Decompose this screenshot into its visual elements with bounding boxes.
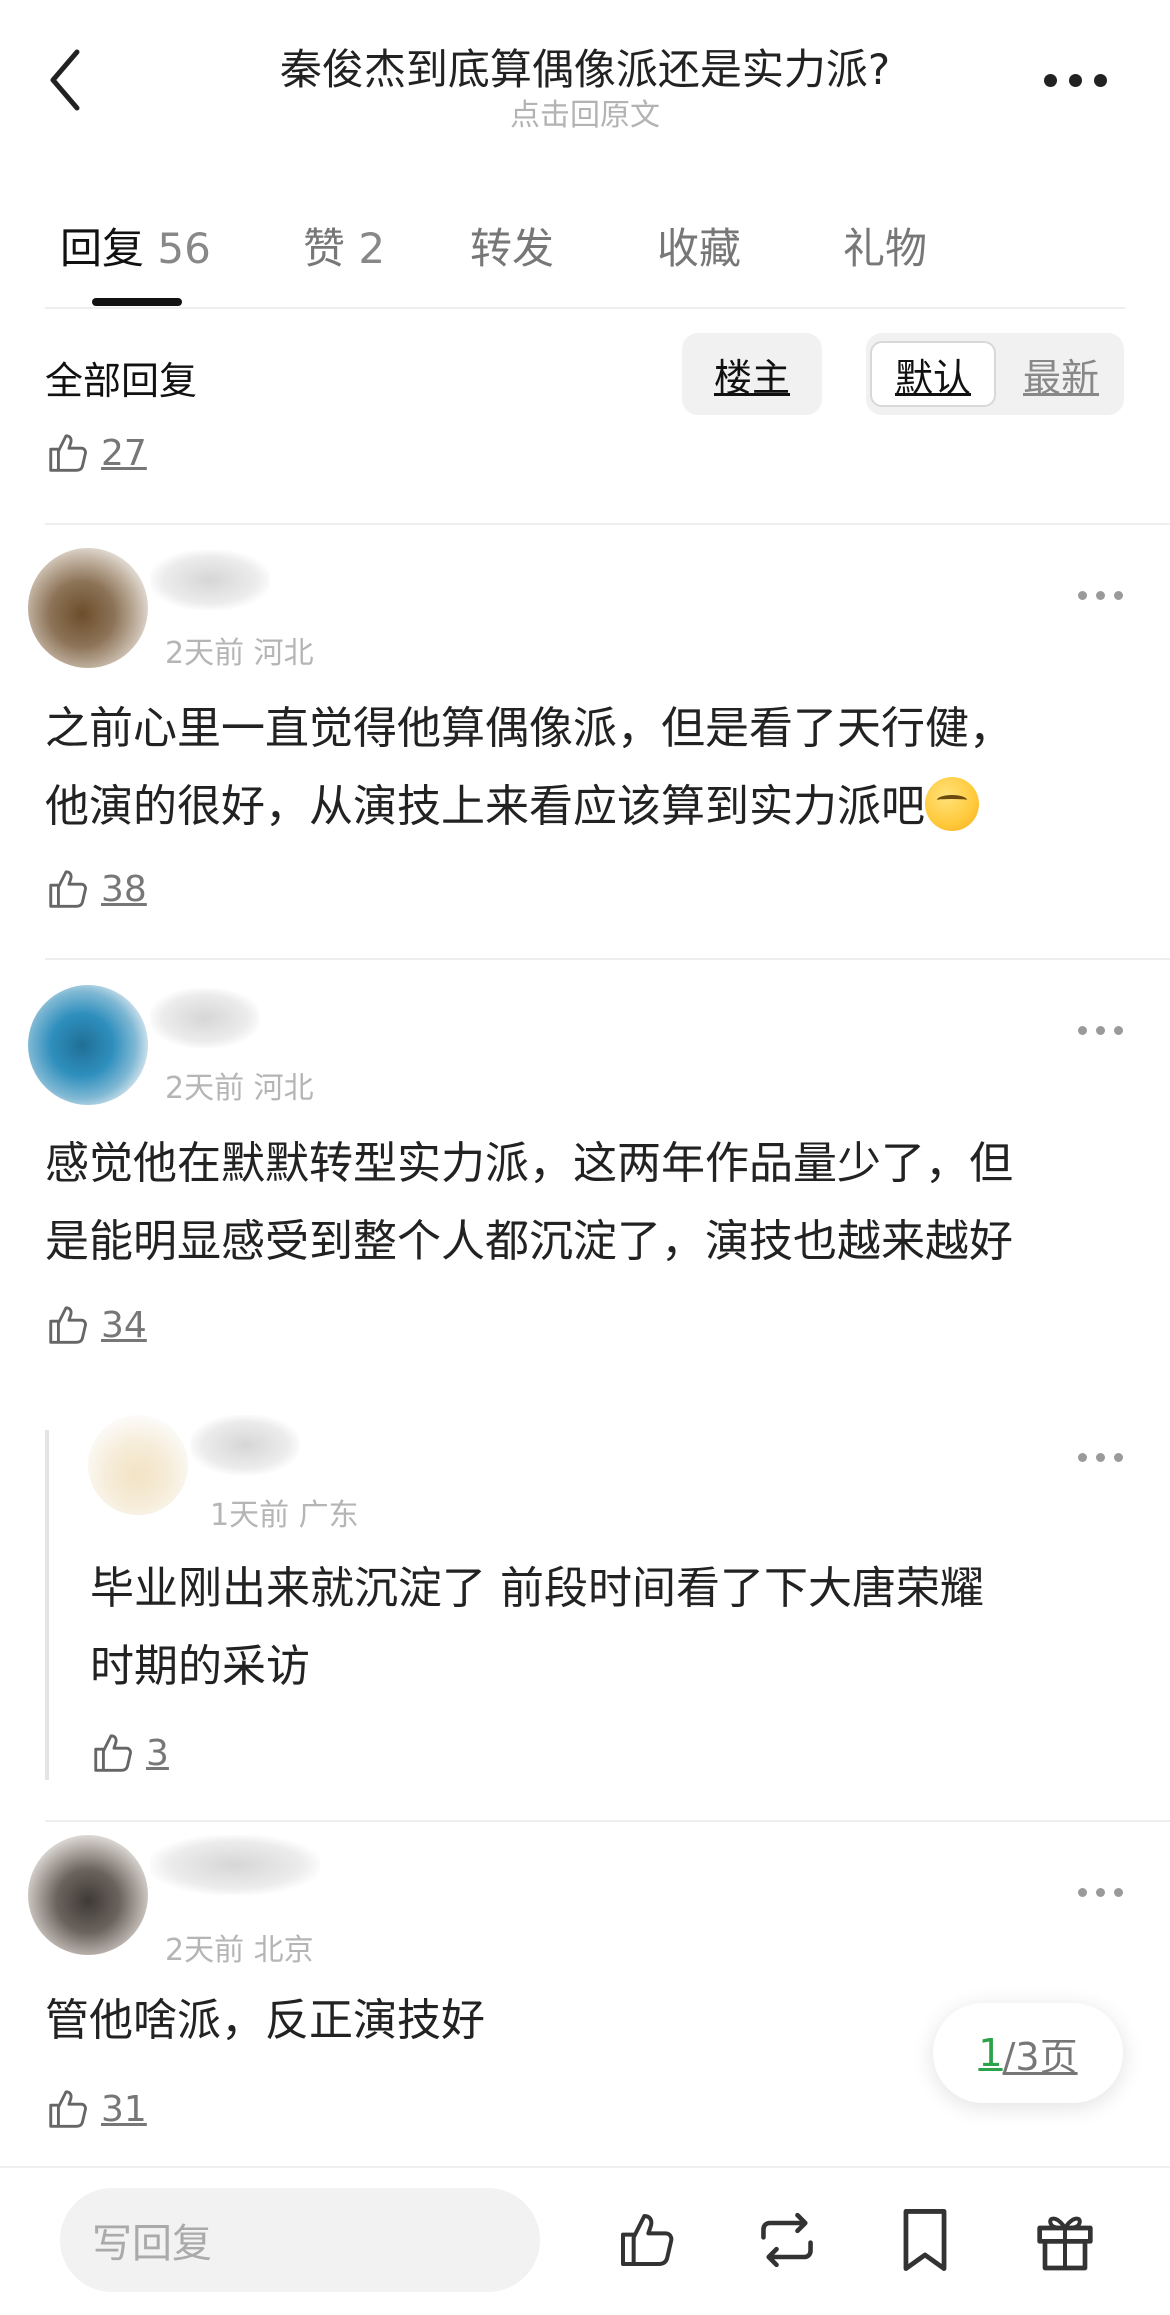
thumbs-up-icon — [621, 2214, 674, 2266]
tab-replies-count: 56 — [157, 224, 211, 273]
comment-divider — [45, 1820, 1170, 1822]
comment-more-button[interactable] — [1065, 575, 1135, 615]
comment-region: 广东 — [298, 1498, 359, 1533]
comment-divider — [45, 958, 1170, 960]
tab-likes-label: 赞 — [303, 224, 346, 273]
total-pages: /3页 — [1002, 2034, 1078, 2079]
tab-replies-label: 回复 — [60, 224, 145, 273]
sort-latest-button[interactable]: 最新 — [1002, 341, 1120, 407]
comment-line: 之前心里一直觉得他算偶像派，但是看了天行健， — [45, 703, 1013, 754]
comment-divider — [45, 523, 1170, 525]
like-post-button[interactable] — [607, 2200, 687, 2280]
like-button[interactable]: 27 — [45, 430, 147, 476]
comment-region: 北京 — [253, 1933, 314, 1968]
comment-line: 感觉他在默默转型实力派，这两年作品量少了，但 — [45, 1138, 1013, 1189]
comment-meta: 1天前 广东 — [210, 1490, 359, 1534]
comment-meta: 2天前 河北 — [165, 628, 314, 672]
comment-line: 他演的很好，从演技上来看应该算到实力派吧 — [45, 781, 925, 832]
op-filter-pill: 楼主 — [682, 333, 822, 415]
all-replies-label: 全部回复 — [45, 359, 198, 403]
repost-button[interactable] — [747, 2200, 827, 2280]
tab-favorites[interactable]: 收藏 — [657, 215, 741, 276]
comment-line: 管他啥派，反正演技好 — [45, 1995, 485, 2046]
username-blurred[interactable] — [150, 550, 270, 610]
comment-time: 1天前 — [210, 1498, 290, 1533]
thinking-face-icon — [925, 777, 979, 831]
thumbs-up-icon — [49, 1306, 87, 1344]
nested-reply-indicator — [45, 1430, 49, 1780]
sort-toggle: 默认 最新 — [866, 333, 1124, 415]
like-button[interactable]: 3 — [90, 1730, 169, 1776]
tab-replies[interactable]: 回复 56 — [60, 215, 211, 276]
more-dots-icon — [1077, 1025, 1087, 1035]
more-dots-icon — [1043, 73, 1057, 87]
like-count: 38 — [101, 868, 147, 910]
comment-line-with-emoji: 他演的很好，从演技上来看应该算到实力派吧 — [45, 768, 1135, 846]
repost-icon — [761, 2212, 813, 2268]
more-dots-icon — [1077, 1887, 1087, 1897]
bookmark-icon — [903, 2209, 947, 2271]
comment-line: 是能明显感受到整个人都沉淀了，演技也越来越好 — [45, 1216, 1013, 1267]
comment-text: 管他啥派，反正演技好 — [45, 1982, 945, 2060]
like-count: 31 — [101, 2088, 147, 2130]
like-count: 3 — [146, 1732, 169, 1774]
comment-line: 时期的采访 — [90, 1641, 310, 1692]
thumbs-up-icon — [49, 2090, 87, 2128]
like-button[interactable]: 34 — [45, 1302, 147, 1348]
tab-reposts-label: 转发 — [470, 224, 555, 273]
tabs-divider — [45, 307, 1125, 309]
comment-more-button[interactable] — [1065, 1872, 1135, 1912]
gift-button[interactable] — [1025, 2200, 1105, 2280]
gift-icon — [1037, 2216, 1093, 2271]
page-indicator[interactable]: 1/3页 — [933, 2003, 1123, 2103]
thumbs-up-icon — [94, 1734, 132, 1772]
chevron-left-icon — [50, 49, 80, 111]
current-page: 1 — [978, 2031, 1003, 2075]
comment-meta: 2天前 河北 — [165, 1063, 314, 1107]
tab-reposts[interactable]: 转发 — [470, 215, 554, 276]
comment-text: 毕业刚出来就沉淀了 前段时间看了下大唐荣耀 时期的采访 — [90, 1550, 1130, 1706]
like-count: 34 — [101, 1304, 147, 1346]
tab-gifts[interactable]: 礼物 — [843, 215, 927, 276]
more-options-button[interactable] — [1030, 50, 1120, 110]
username-blurred[interactable] — [150, 988, 260, 1048]
back-button[interactable] — [30, 40, 100, 120]
avatar[interactable] — [28, 1835, 148, 1955]
comment-region: 河北 — [253, 1071, 314, 1106]
username-blurred[interactable] — [190, 1415, 300, 1475]
comment-time: 2天前 — [165, 1933, 245, 1968]
avatar[interactable] — [28, 548, 148, 668]
tab-favorites-label: 收藏 — [657, 224, 742, 273]
active-tab-indicator — [92, 298, 182, 306]
username-blurred[interactable] — [150, 1835, 320, 1895]
comment-more-button[interactable] — [1065, 1437, 1135, 1477]
thumbs-up-icon — [49, 870, 87, 908]
comment-meta: 2天前 北京 — [165, 1925, 314, 1969]
tab-likes[interactable]: 赞 2 — [303, 215, 385, 276]
reply-input[interactable]: 写回复 — [60, 2188, 540, 2292]
favorite-button[interactable] — [885, 2200, 965, 2280]
avatar[interactable] — [28, 985, 148, 1105]
more-dots-icon — [1077, 590, 1087, 600]
thumbs-up-icon — [49, 434, 87, 472]
back-to-original-link[interactable]: 点击回原文 — [180, 90, 990, 134]
comment-region: 河北 — [253, 636, 314, 671]
page-title: 秦俊杰到底算偶像派还是实力派? — [279, 45, 891, 94]
avatar[interactable] — [88, 1415, 188, 1515]
like-button[interactable]: 31 — [45, 2086, 147, 2132]
tab-likes-count: 2 — [358, 224, 386, 273]
tab-gifts-label: 礼物 — [843, 224, 928, 273]
like-button[interactable]: 38 — [45, 866, 147, 912]
comment-text: 之前心里一直觉得他算偶像派，但是看了天行健， 他演的很好，从演技上来看应该算到实… — [45, 690, 1135, 846]
comment-time: 2天前 — [165, 636, 245, 671]
like-count: 27 — [101, 432, 147, 474]
more-dots-icon — [1077, 1452, 1087, 1462]
sort-default-button[interactable]: 默认 — [870, 341, 996, 407]
comment-time: 2天前 — [165, 1071, 245, 1106]
comment-more-button[interactable] — [1065, 1010, 1135, 1050]
op-only-button[interactable]: 楼主 — [682, 341, 822, 407]
comment-line: 毕业刚出来就沉淀了 前段时间看了下大唐荣耀 — [90, 1563, 984, 1614]
comment-text: 感觉他在默默转型实力派，这两年作品量少了，但 是能明显感受到整个人都沉淀了，演技… — [45, 1125, 1135, 1281]
